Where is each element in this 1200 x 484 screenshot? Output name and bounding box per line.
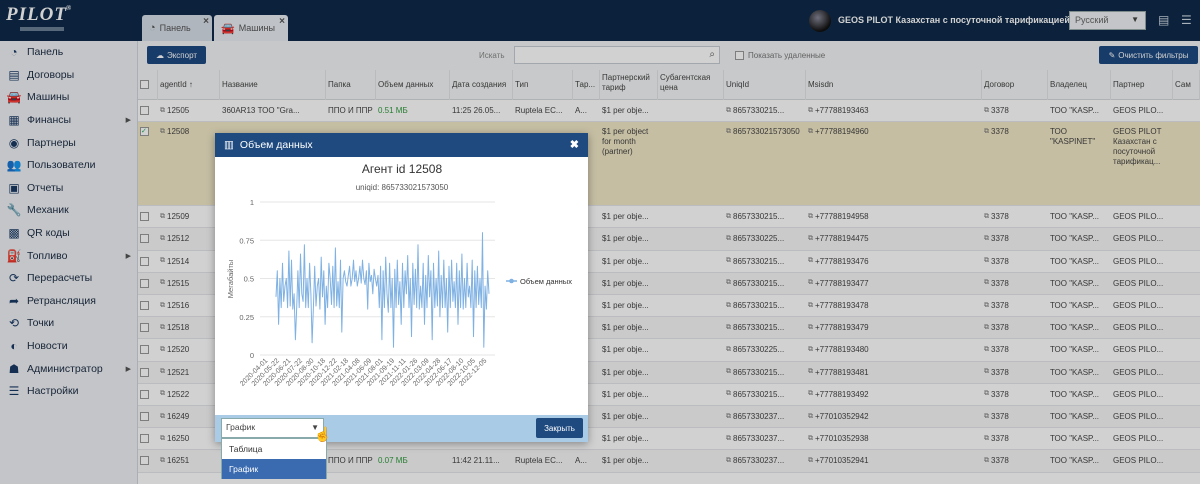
data-volume-chart: Агент id 12508 uniqid: 865733021573050 М… xyxy=(226,162,572,388)
dialog-header: ▥ Объем данных ✖ xyxy=(215,133,588,157)
view-mode-select[interactable]: График ▼ xyxy=(221,418,324,438)
close-button[interactable]: Закрыть xyxy=(536,418,583,438)
option-table[interactable]: Таблица xyxy=(222,439,326,459)
view-mode-dropdown: Таблица График xyxy=(221,438,327,479)
chart-legend[interactable]: Объем данных xyxy=(506,277,572,286)
legend-label: Объем данных xyxy=(520,277,572,286)
y-tick-label: 0 xyxy=(250,351,254,360)
y-tick-label: 0.25 xyxy=(239,313,254,322)
dialog-body: Агент id 12508 uniqid: 865733021573050 М… xyxy=(215,157,588,415)
close-icon[interactable]: ✖ xyxy=(570,138,579,151)
y-axis-label: Мегабайты xyxy=(226,260,235,299)
data-volume-line[interactable] xyxy=(275,232,490,348)
dialog-title: Объем данных xyxy=(239,139,313,151)
data-volume-dialog: ▥ Объем данных ✖ Агент id 12508 uniqid: … xyxy=(215,133,588,442)
y-tick-label: 0.75 xyxy=(239,236,254,245)
y-tick-label: 1 xyxy=(250,198,254,207)
modal-backdrop[interactable] xyxy=(0,0,1200,484)
bar-chart-icon: ▥ xyxy=(224,139,234,151)
y-tick-label: 0.5 xyxy=(244,275,254,284)
chart-subtitle: uniqid: 865733021573050 xyxy=(356,183,449,192)
mouse-cursor: ☝ xyxy=(314,426,332,442)
option-chart[interactable]: График xyxy=(222,459,326,479)
chart-title: Агент id 12508 xyxy=(362,162,443,176)
